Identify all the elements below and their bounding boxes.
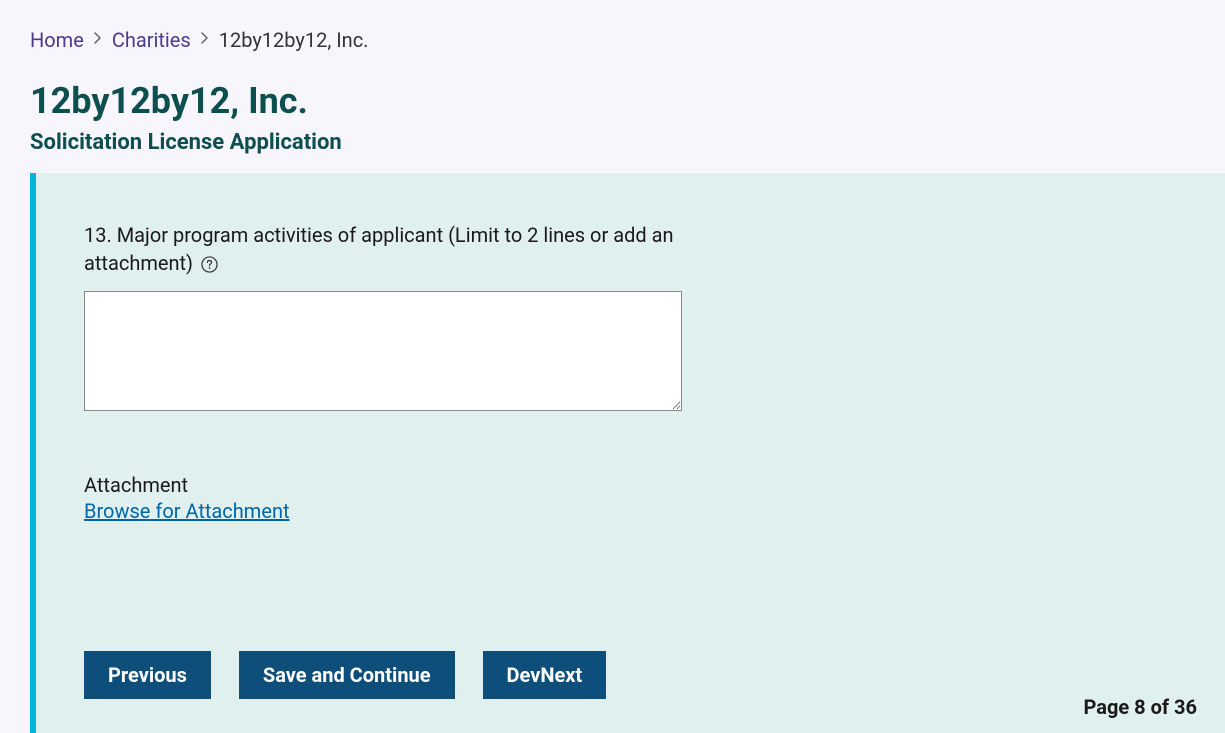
breadcrumb-charities[interactable]: Charities (112, 28, 191, 52)
breadcrumb-current: 12by12by12, Inc. (219, 28, 369, 52)
question-label: 13. Major program activities of applican… (84, 221, 684, 277)
page-indicator: Page 8 of 36 (1084, 695, 1198, 719)
button-row: Previous Save and Continue DevNext (84, 651, 1197, 699)
attachment-section: Attachment Browse for Attachment (84, 473, 1197, 523)
breadcrumb-home[interactable]: Home (30, 28, 84, 52)
browse-attachment-link[interactable]: Browse for Attachment (84, 499, 290, 523)
form-panel: 13. Major program activities of applican… (30, 173, 1225, 733)
question-text: 13. Major program activities of applican… (84, 223, 674, 275)
save-continue-button[interactable]: Save and Continue (239, 651, 455, 699)
help-icon[interactable] (200, 256, 218, 274)
devnext-button[interactable]: DevNext (483, 651, 607, 699)
program-activities-textarea[interactable] (84, 291, 682, 411)
page-title: 12by12by12, Inc. (30, 80, 1225, 122)
chevron-right-icon (201, 32, 209, 48)
chevron-right-icon (94, 32, 102, 48)
page-subtitle: Solicitation License Application (30, 130, 1225, 155)
previous-button[interactable]: Previous (84, 651, 211, 699)
attachment-label: Attachment (84, 473, 1197, 497)
breadcrumb: Home Charities 12by12by12, Inc. (30, 28, 1225, 52)
